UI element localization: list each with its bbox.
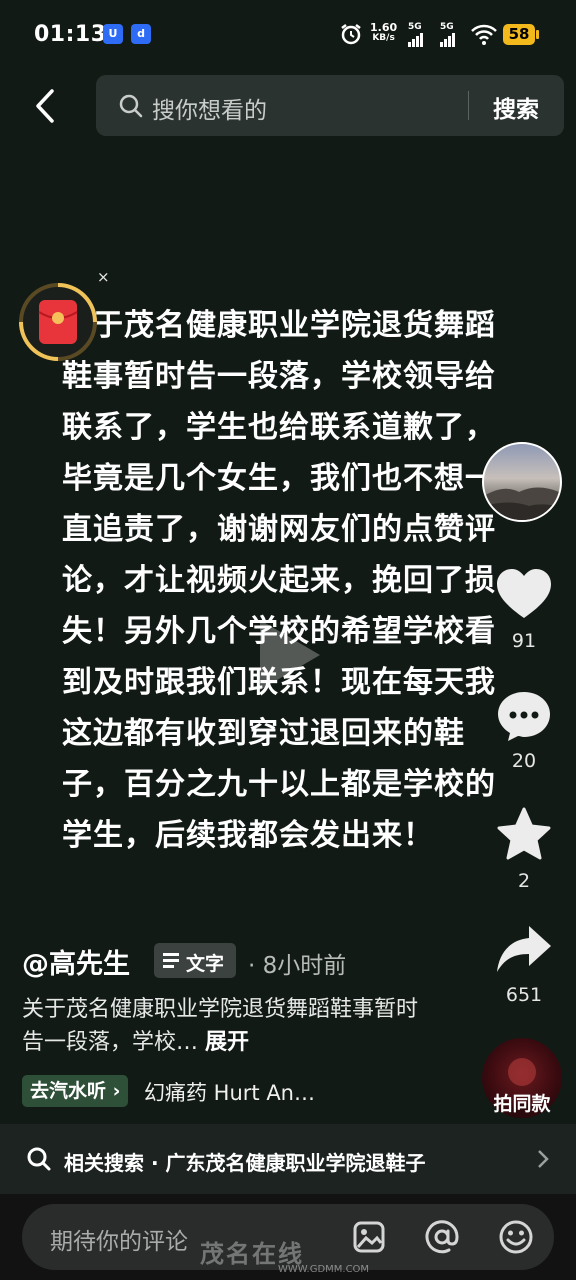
red-packet-close-button[interactable]: ×	[97, 268, 110, 286]
battery-tip	[536, 30, 539, 39]
search-icon	[118, 93, 144, 119]
text-lines-icon	[163, 952, 181, 970]
related-search-bar[interactable]: 相关搜索 · 广东茂名健康职业学院退鞋子	[0, 1124, 576, 1194]
comment-button[interactable]	[486, 688, 562, 748]
sim1-label: 5G	[408, 22, 422, 32]
post-time: · 8小时前	[248, 953, 347, 979]
text-tag[interactable]: 文字	[154, 943, 236, 978]
back-button[interactable]	[30, 86, 66, 126]
sim2-label: 5G	[440, 22, 454, 32]
comment-count: 20	[511, 750, 537, 772]
author-name[interactable]: @高先生	[22, 942, 130, 981]
search-input[interactable]: 搜你想看的	[152, 91, 267, 125]
signal-sim2: 5G	[440, 22, 456, 47]
net-speed-unit: KB/s	[372, 33, 395, 43]
mention-icon[interactable]	[424, 1219, 460, 1255]
share-count: 651	[505, 984, 543, 1006]
related-chevron-icon	[536, 1148, 550, 1170]
signal-bars-icon-2	[440, 33, 456, 47]
red-packet-button[interactable]	[18, 282, 98, 362]
post-description[interactable]: 关于茂名健康职业学院退货舞蹈鞋事暂时告一段落，学校… 展开	[22, 993, 422, 1059]
comment-input[interactable]: 期待你的评论	[50, 1222, 188, 1256]
qishui-music-button[interactable]: 去汽水听 ›	[22, 1075, 129, 1107]
search-divider	[468, 91, 469, 120]
like-count: 91	[511, 630, 537, 652]
favorite-count: 2	[517, 870, 531, 892]
net-speed-value: 1.60	[370, 21, 398, 34]
creator-avatar[interactable]	[482, 442, 562, 522]
signal-bars-icon	[408, 33, 424, 47]
music-title[interactable]: 幻痛药 Hurt An…	[144, 1077, 315, 1107]
like-button[interactable]	[486, 566, 562, 626]
signal-sim1: 5G	[408, 22, 424, 47]
search-bar[interactable]: 搜你想看的 搜索	[96, 75, 564, 136]
video-caption-overlay: 关于茂名健康职业学院退货舞蹈鞋事暂时告一段落，学校领导给联系了，学生也给联系道歉…	[62, 308, 496, 853]
text-tag-label: 文字	[186, 953, 225, 975]
related-search-text: 相关搜索 · 广东茂名健康职业学院退鞋子	[64, 1151, 426, 1175]
expand-button[interactable]: 展开	[205, 1030, 249, 1055]
app-notification-icon-2: d	[131, 24, 151, 44]
watermark-url: WWW.GDMM.COM	[278, 1264, 370, 1275]
image-icon[interactable]	[352, 1220, 386, 1254]
emoji-icon[interactable]	[498, 1219, 534, 1255]
search-button[interactable]: 搜索	[493, 90, 539, 124]
comment-bar: 期待你的评论 茂名在线 WWW.GDMM.COM	[0, 1194, 576, 1280]
app-notification-icon: U	[103, 24, 123, 44]
same-style-button[interactable]: 拍同款	[478, 1089, 566, 1116]
status-time: 01:13	[34, 22, 107, 47]
battery-indicator: 58	[503, 24, 535, 45]
related-search-icon	[26, 1146, 52, 1172]
chevron-right-icon: ›	[112, 1080, 121, 1102]
alarm-icon	[339, 22, 363, 46]
wifi-icon	[471, 24, 497, 46]
qishui-label: 去汽水听	[30, 1080, 107, 1102]
play-icon[interactable]	[240, 610, 330, 700]
net-speed: 1.60 KB/s	[370, 22, 397, 44]
status-bar: 01:13 U d 1.60 KB/s 5G 5G 58	[0, 0, 576, 72]
favorite-button[interactable]	[486, 806, 562, 868]
share-button[interactable]	[486, 922, 562, 982]
